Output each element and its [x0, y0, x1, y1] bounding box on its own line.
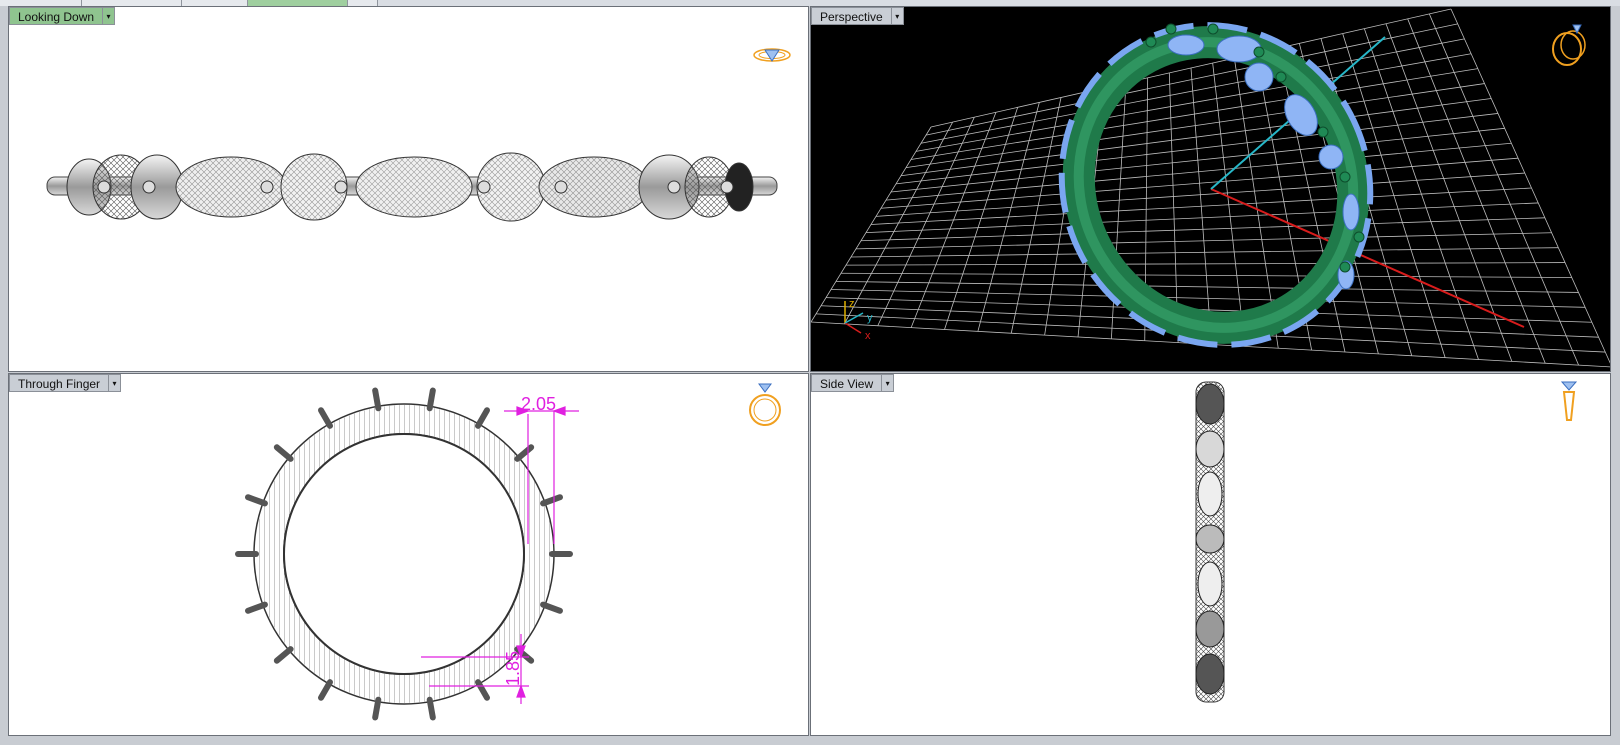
prong: [273, 444, 294, 462]
ring-top-view-drawing: [46, 48, 791, 222]
rhino-workspace: Looking Down ▾ Perspective ▾ z y x Throu…: [0, 0, 1620, 745]
viewport-through-finger[interactable]: Through Finger ▾ 2.05 1.85: [8, 373, 809, 736]
prong: [318, 407, 333, 429]
grid-line: [865, 202, 1539, 234]
viewport-looking-down[interactable]: Looking Down ▾: [8, 6, 809, 372]
axis-label-y: y: [867, 312, 873, 324]
grid-line: [1385, 23, 1513, 362]
grid-line: [1428, 13, 1579, 366]
ring-side-profile: [1195, 381, 1225, 703]
ring-3d-model: [1058, 22, 1374, 348]
ring-front-view-drawing: 2.05 1.85: [235, 383, 781, 721]
viewport-side-view[interactable]: Side View ▾: [810, 373, 1611, 736]
prong: [540, 601, 563, 614]
ring-gizmo-icon[interactable]: [749, 383, 781, 426]
axis-label-x: x: [865, 330, 871, 342]
ring-gizmo-icon[interactable]: [753, 48, 791, 62]
grid-line: [1407, 18, 1546, 364]
viewport-perspective[interactable]: Perspective ▾ z y x: [810, 6, 1611, 372]
prong: [514, 444, 535, 462]
stones-row: [66, 152, 754, 222]
prong: [318, 679, 333, 701]
ring-gizmo-icon[interactable]: [1560, 381, 1578, 421]
perspective-scene: z y x: [811, 8, 1610, 368]
ring-gizmo-icon[interactable]: [1552, 24, 1586, 66]
prong: [475, 407, 490, 429]
ring-side-view-drawing: [1195, 381, 1578, 703]
grid-line: [1363, 28, 1479, 360]
prong: [426, 387, 436, 412]
grid-line: [1212, 63, 1246, 347]
dimension-height-value: 1.85: [503, 651, 523, 686]
prong: [540, 494, 563, 507]
prong: [273, 646, 294, 664]
grid-line: [870, 187, 1532, 225]
prong: [245, 494, 268, 507]
dimension-width-value: 2.05: [521, 394, 556, 414]
prong: [475, 679, 490, 701]
prong: [372, 696, 382, 721]
prong: [245, 601, 268, 614]
grid-line: [860, 217, 1545, 242]
grid-line: [855, 232, 1552, 250]
prong: [372, 387, 382, 412]
axis-label-z: z: [849, 298, 855, 310]
prong: [426, 696, 436, 721]
